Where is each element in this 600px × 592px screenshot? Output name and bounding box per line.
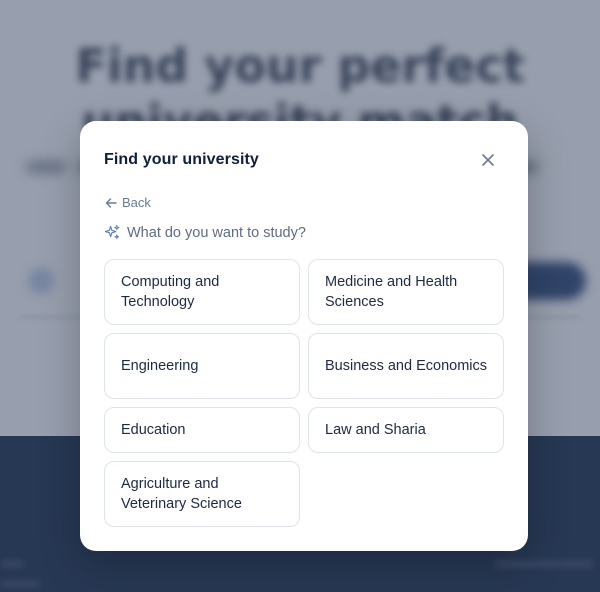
option-computing-technology[interactable]: Computing and Technology	[104, 259, 300, 325]
find-university-modal: Find your university Back What do you wa…	[80, 121, 528, 551]
back-button[interactable]: Back	[104, 195, 151, 210]
option-education[interactable]: Education	[104, 407, 300, 453]
option-agriculture-veterinary[interactable]: Agriculture and Veterinary Science	[104, 461, 300, 527]
option-medicine-health[interactable]: Medicine and Health Sciences	[308, 259, 504, 325]
close-button[interactable]	[478, 150, 498, 170]
question-label: What do you want to study?	[127, 224, 306, 241]
close-icon	[482, 154, 494, 166]
option-engineering[interactable]: Engineering	[104, 333, 300, 399]
option-label: Law and Sharia	[325, 422, 426, 438]
option-label: Computing and Technology	[121, 274, 220, 310]
option-label: Medicine and Health Sciences	[325, 274, 458, 310]
sparkles-icon	[104, 224, 120, 240]
arrow-left-icon	[105, 197, 117, 208]
back-label: Back	[122, 195, 151, 210]
option-label: Agriculture and Veterinary Science	[121, 476, 242, 512]
study-question: What do you want to study?	[104, 224, 306, 241]
modal-title: Find your university	[104, 151, 259, 168]
option-business-economics[interactable]: Business and Economics	[308, 333, 504, 399]
option-law-sharia[interactable]: Law and Sharia	[308, 407, 504, 453]
option-label: Engineering	[121, 358, 199, 374]
option-label: Education	[121, 422, 186, 438]
option-label: Business and Economics	[325, 358, 487, 374]
